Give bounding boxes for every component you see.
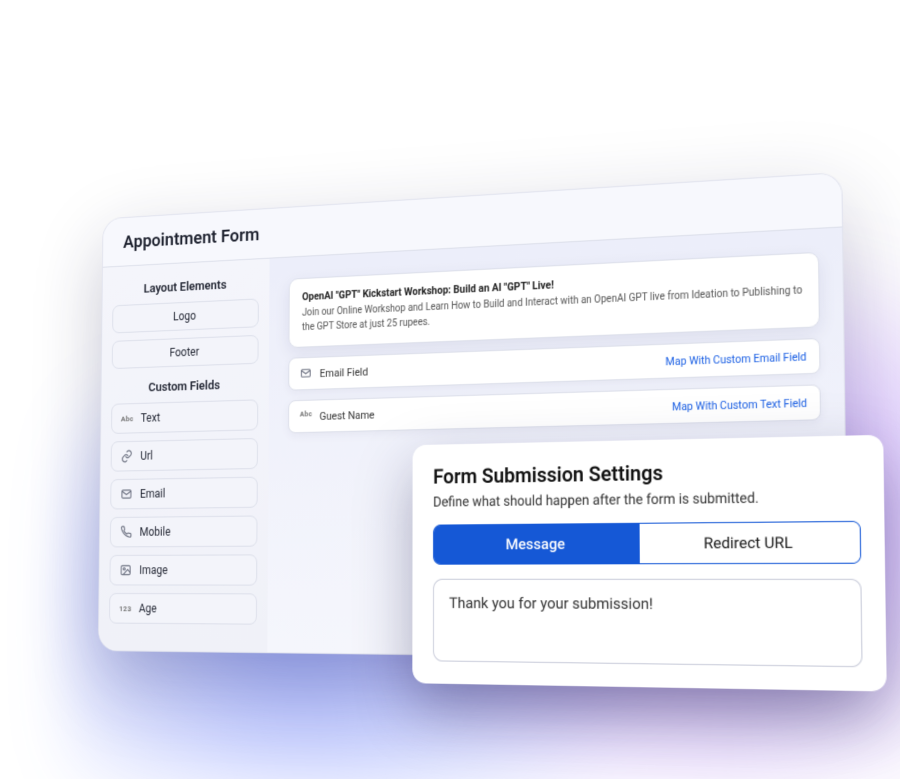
image-icon bbox=[119, 562, 133, 577]
custom-field-text[interactable]: Abc Text bbox=[111, 399, 258, 434]
abc-icon: Abc bbox=[120, 411, 134, 426]
form-field-label: Email Field bbox=[320, 365, 368, 379]
form-field-label: Guest Name bbox=[319, 408, 374, 422]
form-field-left: Abc Guest Name bbox=[300, 407, 375, 423]
scene-3d: Appointment Form Layout Elements Logo Fo… bbox=[98, 172, 849, 661]
stage: Appointment Form Layout Elements Logo Fo… bbox=[0, 0, 900, 779]
custom-field-label: Email bbox=[140, 487, 165, 501]
phone-icon bbox=[119, 524, 133, 539]
custom-field-image[interactable]: Image bbox=[109, 554, 257, 585]
123-icon: 123 bbox=[118, 600, 132, 615]
custom-field-label: Url bbox=[140, 449, 153, 463]
layout-element-footer[interactable]: Footer bbox=[112, 335, 259, 369]
layout-element-logo[interactable]: Logo bbox=[112, 298, 259, 333]
custom-field-mobile[interactable]: Mobile bbox=[110, 515, 258, 547]
mail-icon bbox=[120, 486, 134, 501]
form-field-left: Email Field bbox=[300, 364, 368, 380]
map-custom-email-link[interactable]: Map With Custom Email Field bbox=[665, 349, 806, 367]
custom-field-age[interactable]: 123 Age bbox=[109, 593, 257, 625]
custom-field-label: Mobile bbox=[140, 525, 171, 539]
map-custom-text-link[interactable]: Map With Custom Text Field bbox=[672, 396, 807, 413]
link-icon bbox=[120, 448, 134, 463]
sidebar-section-custom-title: Custom Fields bbox=[112, 377, 259, 396]
